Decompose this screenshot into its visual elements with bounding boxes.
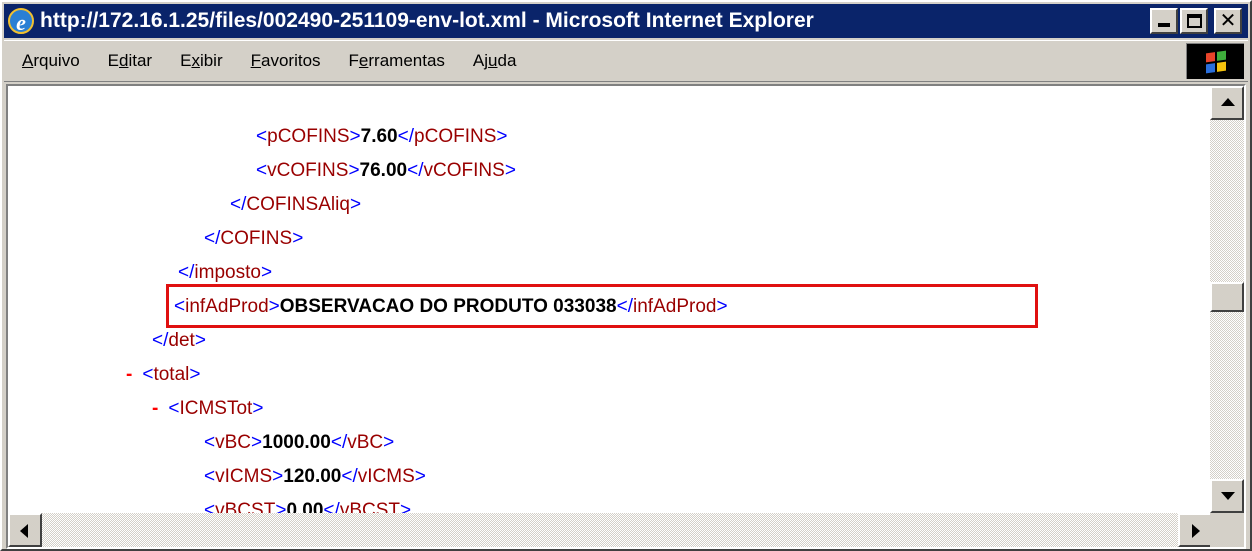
xml-line-cofinsaliq-close: </COFINSAliq> — [230, 194, 362, 215]
window-title: http://172.16.1.25/files/002490-251109-e… — [40, 9, 814, 32]
maximize-icon — [1187, 14, 1202, 28]
tag-open: <vICMS> — [204, 466, 284, 487]
document-area: <pCOFINS>7.60</pCOFINS> <vCOFINS>76.00</… — [6, 84, 1246, 549]
xml-line-det-close: </det> — [152, 330, 206, 351]
xml-value: 7.60 — [360, 126, 398, 147]
arrow-down-icon — [1221, 492, 1235, 500]
xml-line-vicms: <vICMS>120.00</vICMS> — [204, 460, 426, 494]
scroll-right-button[interactable] — [1178, 513, 1212, 547]
xml-line-vcofins: <vCOFINS>76.00</vCOFINS> — [256, 154, 516, 188]
tag-close: </vCOFINS> — [407, 160, 516, 181]
tag-close: </vBC> — [330, 432, 395, 453]
xml-value: 1000.00 — [262, 432, 331, 453]
ie-logo-icon: e — [8, 8, 34, 35]
menu-bar: Arquivo Editar Exibir Favoritos Ferramen… — [4, 40, 1248, 82]
xml-value: 120.00 — [283, 466, 342, 487]
menu-ajuda[interactable]: Ajuda — [459, 51, 531, 71]
window-controls: ✕ — [1148, 8, 1242, 34]
scroll-up-button[interactable] — [1210, 86, 1244, 120]
xml-line-cofins-close: </COFINS> — [204, 228, 304, 249]
xml-line-vbc: <vBC>1000.00</vBC> — [204, 426, 394, 460]
tag-close: </vBCST> — [323, 500, 412, 513]
xml-value: 76.00 — [359, 160, 408, 181]
collapse-toggle[interactable]: - — [126, 364, 132, 385]
xml-viewer: <pCOFINS>7.60</pCOFINS> <vCOFINS>76.00</… — [8, 86, 1212, 513]
scroll-left-button[interactable] — [8, 513, 42, 547]
scrollbar-corner — [1210, 513, 1244, 547]
arrow-left-icon — [20, 524, 28, 538]
xml-line-pcofins: <pCOFINS>7.60</pCOFINS> — [256, 120, 508, 154]
tag-open: <vBC> — [204, 432, 263, 453]
menu-arquivo[interactable]: Arquivo — [4, 51, 94, 71]
tag-close: </pCOFINS> — [397, 126, 508, 147]
xml-value: 0.00 — [286, 500, 324, 513]
arrow-right-icon — [1192, 524, 1200, 538]
xml-line-icmstot-open: - <ICMSTot> — [152, 398, 264, 419]
close-icon: ✕ — [1219, 8, 1237, 32]
menu-editar[interactable]: Editar — [94, 51, 166, 71]
tag-open: <pCOFINS> — [256, 126, 361, 147]
windows-flag-icon — [1205, 50, 1226, 73]
minimize-button[interactable] — [1150, 8, 1178, 34]
highlight-box — [166, 284, 1038, 328]
menu-ferramentas[interactable]: Ferramentas — [335, 51, 459, 71]
vertical-scrollbar[interactable] — [1210, 86, 1244, 513]
vertical-scroll-thumb[interactable] — [1210, 282, 1244, 312]
maximize-button[interactable] — [1180, 8, 1208, 34]
scroll-down-button[interactable] — [1210, 479, 1244, 513]
horizontal-scrollbar[interactable] — [8, 513, 1212, 547]
tag-open: <vBCST> — [204, 500, 287, 513]
arrow-up-icon — [1221, 98, 1235, 106]
menu-exibir[interactable]: Exibir — [166, 51, 237, 71]
tag-close: </vICMS> — [341, 466, 426, 487]
minimize-icon — [1158, 23, 1170, 27]
menu-favoritos[interactable]: Favoritos — [237, 51, 335, 71]
close-button[interactable]: ✕ — [1214, 8, 1242, 34]
xml-line-total-open: - <total> — [126, 364, 201, 385]
title-bar[interactable]: e http://172.16.1.25/files/002490-251109… — [4, 4, 1248, 38]
ie-window: e http://172.16.1.25/files/002490-251109… — [0, 0, 1252, 551]
collapse-toggle[interactable]: - — [152, 398, 158, 419]
xml-line-vbcst: <vBCST>0.00</vBCST> — [204, 494, 411, 513]
windows-logo-throbber — [1186, 43, 1244, 79]
tag-open: <vCOFINS> — [256, 160, 360, 181]
